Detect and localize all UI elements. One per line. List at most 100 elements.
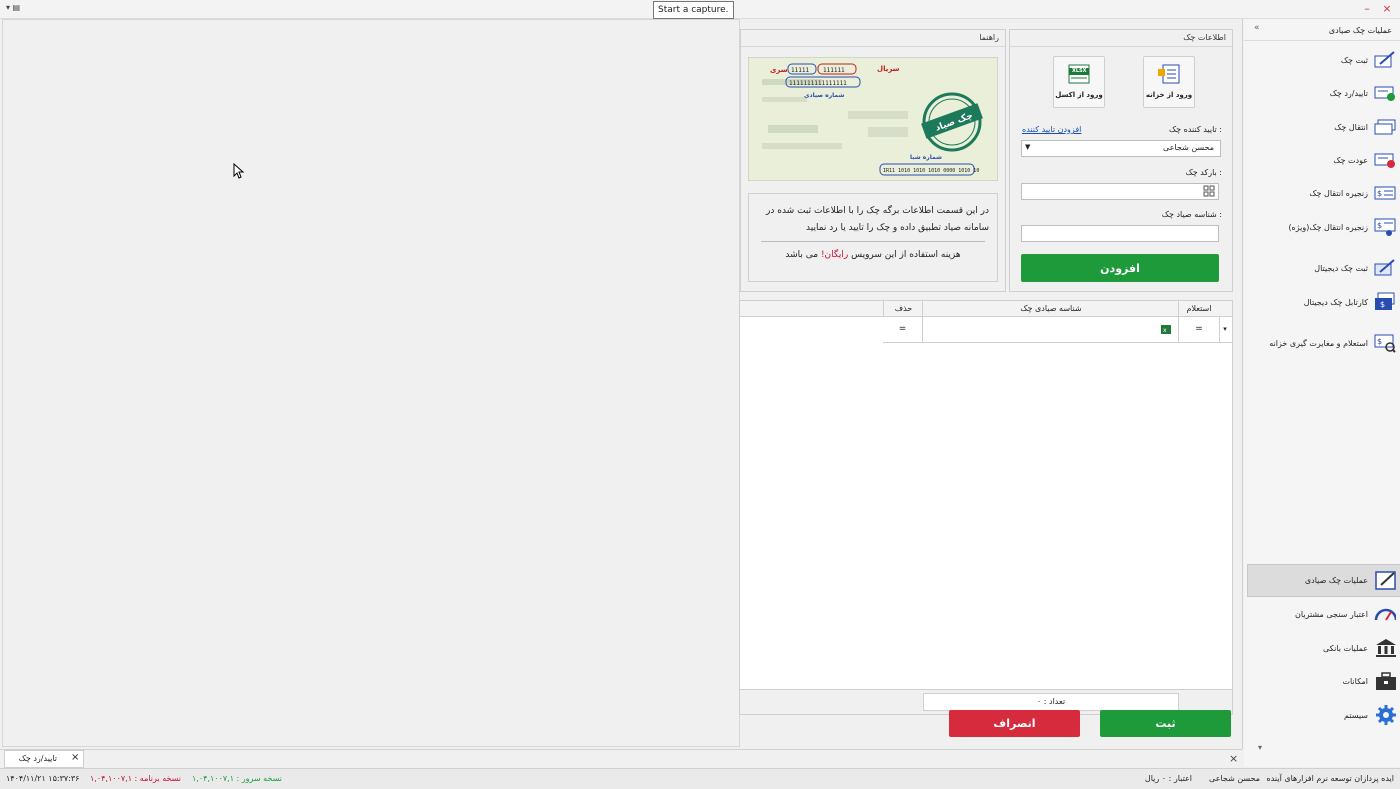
check-transfer-icon	[1374, 117, 1396, 137]
sayad-number-caption: شماره صیادی	[804, 92, 844, 99]
free-text: رایگان!	[820, 250, 849, 260]
server-version: نسخه سرور : ۱,۰۴,۱۰۰۷,۱	[192, 774, 282, 783]
tab-label: تایید/رد چک	[18, 754, 57, 763]
add-approver-link[interactable]: افزودن تایید کننده	[1022, 125, 1081, 134]
svg-text:$: $	[1377, 337, 1382, 346]
sayad-check-sample-image: سریال 111111 سری 11111 1111111111111111 …	[748, 57, 998, 181]
sidebar-item-label: کارتابل چک دیجیتال	[1303, 297, 1368, 307]
import-from-excel-button[interactable]: XLSX ورود از اکسل	[1053, 56, 1105, 108]
module-system[interactable]: سیستم	[1246, 701, 1396, 729]
sidebar-item-transfer-chain[interactable]: زنجیره انتقال چک $	[1246, 179, 1396, 207]
column-sayad-id[interactable]: شناسه صیادی چک	[922, 301, 1179, 316]
module-label: اعتبار سنجی مشتریان	[1295, 609, 1368, 619]
row-count: تعداد : ۰	[923, 693, 1179, 711]
module-label: عملیات چک صیادی	[1304, 575, 1368, 585]
checks-grid: استعلام شناسه صیادی چک حذف ▾ = x = تعداد…	[739, 300, 1233, 715]
toolbox-icon	[1374, 671, 1396, 691]
approver-label: تایید کننده چک :	[1169, 125, 1222, 134]
serial-value: 111111	[823, 67, 845, 74]
sidebar-item-label: ثبت چک	[1340, 55, 1368, 65]
sayad-number: 1111111111111111	[789, 80, 847, 87]
sidebar-item-transfer[interactable]: انتقال چک	[1246, 113, 1396, 141]
module-saayad-check[interactable]: عملیات چک صیادی	[1246, 566, 1396, 594]
barcode-scan-icon[interactable]	[1203, 185, 1215, 197]
sidebar-scroll-down-icon[interactable]: ▾	[1258, 743, 1262, 752]
approver-select[interactable]: ▼ محسن شجاعی	[1021, 140, 1221, 157]
sidebar-header: عملیات چک صیادی	[1328, 26, 1392, 35]
transfer-chain-icon: $	[1374, 183, 1396, 203]
add-button[interactable]: افزودن	[1021, 254, 1219, 282]
sidebar-item-approve-reject[interactable]: تایید/رد چک	[1246, 79, 1396, 107]
barcode-label: بارکد چک :	[1185, 168, 1222, 177]
sidebar-item-label: ثبت چک دیجیتال	[1314, 263, 1368, 273]
grid-header: استعلام شناسه صیادی چک حذف	[740, 301, 1232, 317]
excel-file-icon	[1068, 64, 1090, 84]
check-info-panel: اطلاعات چک ورود از خزانه XLSX ورود از اک…	[1009, 29, 1233, 292]
module-banking[interactable]: عملیات بانکی	[1246, 634, 1396, 662]
title-bar: ▾ ▤ Start a capture. – ×	[0, 0, 1400, 19]
system-menu-icon[interactable]: ▾ ▤	[6, 3, 20, 12]
pen-check-icon	[1374, 50, 1396, 70]
column-delete[interactable]: حذف	[883, 301, 923, 316]
sidebar-item-register-check[interactable]: ثبت چک	[1246, 46, 1396, 74]
cost-tail: می باشد	[785, 250, 819, 260]
cost-text: هزینه استفاده از این سرویس	[851, 250, 961, 260]
mouse-cursor-icon	[233, 163, 245, 179]
sidebar-item-label: عودت چک	[1333, 155, 1368, 165]
sayad-id-label: شناسه صیاد چک :	[1161, 210, 1222, 219]
digital-check-icon	[1374, 258, 1396, 278]
treasury-inquiry-icon: $	[1374, 333, 1396, 353]
close-window-button[interactable]: ×	[1380, 2, 1394, 16]
minimize-button[interactable]: –	[1360, 2, 1374, 16]
edit-board-icon	[1374, 570, 1396, 590]
import-from-treasury-button[interactable]: ورود از خزانه	[1143, 56, 1195, 108]
tab-close-icon[interactable]: ×	[71, 752, 79, 763]
delete-filter[interactable]: =	[883, 317, 922, 342]
module-tools[interactable]: امکانات	[1246, 667, 1396, 695]
sidebar-item-label: انتقال چک	[1334, 122, 1368, 132]
gauge-icon	[1374, 604, 1396, 624]
tab-approve-reject[interactable]: تایید/رد چک ×	[4, 750, 84, 768]
current-user: محسن شجاعی	[1209, 774, 1260, 783]
inquiry-filter[interactable]: =	[1178, 317, 1220, 342]
svg-text:$: $	[1377, 189, 1382, 198]
collapse-sidebar-icon[interactable]: «	[1254, 23, 1260, 33]
series-label: سری	[770, 66, 788, 74]
filter-excel-icon: x	[1161, 325, 1171, 334]
sidebar-item-label: تایید/رد چک	[1329, 88, 1368, 98]
column-inquiry[interactable]: استعلام	[1178, 301, 1219, 316]
app-version: نسخه برنامه : ۱,۰۴,۱۰۰۷,۱	[90, 774, 182, 783]
sidebar-item-treasury-inquiry[interactable]: استعلام و مغایرت گیری خزانه $	[1246, 329, 1396, 357]
cancel-button[interactable]: انصراف	[949, 710, 1080, 737]
excel-badge: XLSX	[1072, 68, 1087, 74]
guide-panel: راهنما سریال 111111 سری 11111 1111111111…	[740, 29, 1006, 292]
workspace: راهنما سریال 111111 سری 11111 1111111111…	[0, 19, 1243, 749]
sayad-id-input[interactable]	[1021, 225, 1219, 242]
sidebar-item-return[interactable]: عودت چک	[1246, 146, 1396, 174]
dropdown-arrow-icon: ▼	[1025, 143, 1031, 151]
guide-text-box: در این قسمت اطلاعات برگه چک را با اطلاعا…	[748, 193, 998, 282]
sidebar-item-digital-cartable[interactable]: کارتابل چک دیجیتال $	[1246, 288, 1396, 316]
guide-panel-title: راهنما	[741, 30, 1005, 47]
sidebar-header-divider	[1244, 40, 1400, 41]
bank-icon	[1374, 638, 1396, 658]
sidebar-item-digital-check[interactable]: ثبت چک دیجیتال	[1246, 254, 1396, 282]
sidebar-item-label: زنجیره انتقال چک	[1309, 188, 1368, 198]
submit-button[interactable]: ثبت	[1100, 710, 1231, 737]
treasury-import-icon	[1158, 64, 1180, 84]
module-label: عملیات بانکی	[1323, 643, 1368, 653]
gear-icon	[1374, 705, 1396, 725]
document-tab-bar: تایید/رد چک × ×	[0, 749, 1242, 768]
row-indicator-icon: ▾	[1223, 325, 1227, 333]
serial-label: سریال	[877, 65, 900, 73]
module-label: امکانات	[1342, 676, 1368, 686]
grid-filter-row: ▾ = x =	[883, 317, 1232, 343]
sidebar-item-transfer-chain-special[interactable]: زنجیره انتقال چک(ویژه) $	[1246, 213, 1396, 241]
sayad-id-filter[interactable]: x	[922, 317, 1179, 342]
svg-text:$: $	[1377, 221, 1382, 230]
barcode-input[interactable]	[1021, 183, 1219, 200]
tabbar-close-icon[interactable]: ×	[1229, 752, 1238, 765]
import-from-excel-label: ورود از اکسل	[1055, 91, 1103, 99]
capture-tooltip: Start a capture.	[653, 1, 734, 19]
module-credit-scoring[interactable]: اعتبار سنجی مشتریان	[1246, 600, 1396, 628]
